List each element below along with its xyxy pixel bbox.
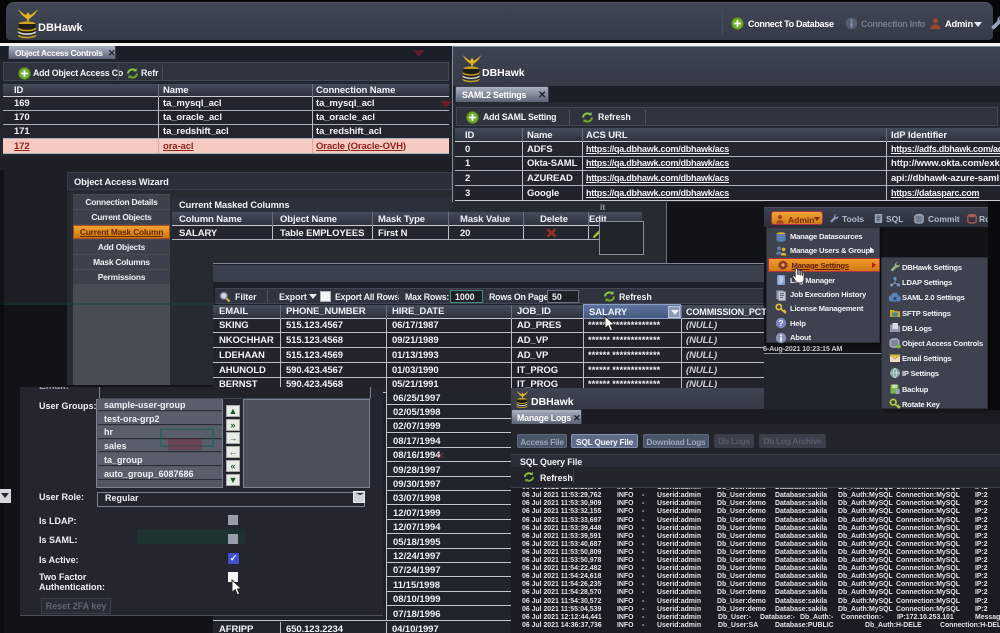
svg-text:?: ? [778, 318, 783, 328]
